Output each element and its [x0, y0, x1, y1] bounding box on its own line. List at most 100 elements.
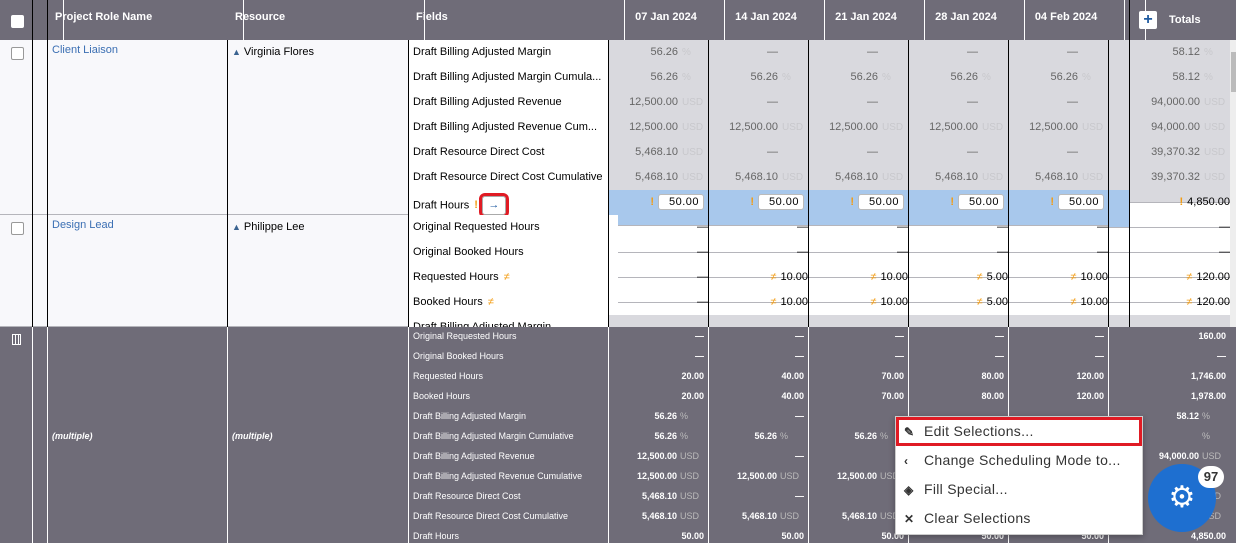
cell-value: 5,468.10: [935, 171, 978, 183]
footer-value: 50.00: [608, 531, 704, 541]
unit-label: USD: [682, 172, 704, 183]
cell-value: —: [897, 221, 908, 233]
footer-value: 80.00: [908, 391, 1004, 401]
footer-field-label: Original Requested Hours: [413, 331, 517, 341]
footer-field-label: Original Booked Hours: [413, 351, 504, 361]
cell-value: 4,850.00: [1187, 196, 1230, 208]
footer-value: 50.00: [808, 531, 904, 541]
footer-value: 5,468.10 USD: [708, 511, 804, 521]
resource-name[interactable]: ▲ Virginia Flores: [232, 46, 314, 58]
unit-label: %: [780, 431, 789, 441]
cell-value: 5,468.10: [635, 146, 678, 158]
cell-value: 94,000.00: [1151, 96, 1200, 108]
value: 40.00: [781, 371, 804, 381]
value: —: [795, 451, 804, 461]
menu-item[interactable]: ◈ Fill Special...: [896, 475, 1142, 504]
plus-icon: +: [1143, 11, 1153, 28]
value: 58.12: [1176, 411, 1199, 421]
footer-field-label: Draft Billing Adjusted Revenue Cumulativ…: [413, 471, 583, 481]
cell-value: —: [1219, 221, 1230, 233]
footer-value: —: [708, 491, 804, 501]
unit-label: USD: [982, 122, 1004, 133]
unit-label: USD: [982, 172, 1004, 183]
footer-divider: [227, 327, 228, 543]
menu-item[interactable]: ‹ Change Scheduling Mode to...: [896, 446, 1142, 475]
unit-label: USD: [1204, 97, 1226, 108]
menu-item[interactable]: ✎ Edit Selections...: [896, 417, 1142, 446]
footer-value: 20.00: [608, 371, 704, 381]
footer-value: 80.00: [908, 371, 1004, 381]
hours-input[interactable]: 50.00: [958, 194, 1004, 210]
value: 1,746.00: [1190, 371, 1226, 381]
value: 50.00: [781, 531, 804, 541]
select-all-checkbox[interactable]: [11, 15, 24, 28]
footer-value: 40.00: [708, 371, 804, 381]
person-icon: ▲: [232, 222, 241, 232]
footer-value: —: [1008, 331, 1104, 341]
value: 4,850.00: [1190, 531, 1226, 541]
add-column-button[interactable]: +: [1139, 11, 1157, 29]
resource-name[interactable]: ▲ Philippe Lee: [232, 221, 304, 233]
unit-label: %: [1202, 411, 1211, 421]
row-select-checkbox[interactable]: [11, 47, 24, 60]
footer-value: —: [708, 331, 804, 341]
cell-value: —: [867, 46, 878, 58]
unit-label: %: [680, 431, 689, 441]
unit-label: USD: [680, 511, 700, 521]
cell-value: 12,500.00: [1029, 121, 1078, 133]
value: —: [1095, 331, 1104, 341]
footer-total-value: 1,746.00: [1129, 371, 1226, 381]
row-select-checkbox[interactable]: [11, 222, 24, 235]
value: 80.00: [981, 391, 1004, 401]
footer-total-value: 94,000.00 USD: [1129, 451, 1226, 461]
value: —: [795, 331, 804, 341]
value: —: [695, 351, 704, 361]
hours-input[interactable]: 50.00: [1058, 194, 1104, 210]
not-equal-icon: ≠: [770, 296, 777, 308]
footer-field-label: Draft Billing Adjusted Margin Cumulative: [413, 431, 574, 441]
footer-value: —: [708, 411, 804, 421]
column-divider: [32, 0, 33, 327]
footer-value: 56.26%: [708, 431, 804, 441]
scrollbar-thumb[interactable]: [1231, 52, 1236, 92]
footer-field-label: Draft Resource Direct Cost: [413, 491, 521, 501]
cell-value: 12,500.00: [929, 121, 978, 133]
footer-field-label: Draft Hours: [413, 531, 460, 541]
unit-label: USD: [1204, 172, 1226, 183]
value: 160.00: [1198, 331, 1226, 341]
hours-input[interactable]: 50.00: [858, 194, 904, 210]
cell-value: —: [767, 146, 778, 158]
cell-value: —: [797, 246, 808, 258]
column-divider: [808, 40, 809, 327]
value: 1,978.00: [1190, 391, 1226, 401]
expand-arrow-button[interactable]: →: [478, 193, 509, 218]
value: —: [995, 351, 1004, 361]
role-name-link[interactable]: Client Liaison: [52, 44, 118, 56]
footer-value: 20.00: [608, 391, 704, 401]
footer-value: 12,500.00 USD: [608, 451, 704, 461]
role-name-link[interactable]: Design Lead: [52, 219, 114, 231]
cell-value: 56.26: [750, 71, 778, 83]
warning-icon: !: [950, 195, 954, 208]
warning-icon: !: [474, 199, 478, 212]
menu-item-label: Edit Selections...: [924, 423, 1034, 439]
value: 5,468.10: [841, 511, 877, 521]
resource-label: Virginia Flores: [243, 46, 315, 58]
footer-value: —: [1008, 351, 1104, 361]
warning-icon: !: [850, 195, 854, 208]
cell-value: —: [897, 246, 908, 258]
cell-value: —: [1097, 246, 1108, 258]
field-name: Original Booked Hours: [413, 246, 524, 258]
menu-item[interactable]: ✕ Clear Selections: [896, 504, 1142, 533]
gear-icon: ⚙: [1168, 481, 1196, 514]
field-name: Booked Hours: [413, 296, 483, 308]
footer-field-label: Draft Billing Adjusted Margin: [413, 411, 527, 421]
column-divider: [908, 40, 909, 327]
footer-field-label: Draft Billing Adjusted Revenue: [413, 451, 535, 461]
footer-role: (multiple): [52, 431, 93, 441]
value: —: [895, 351, 904, 361]
hours-input[interactable]: 50.00: [658, 194, 704, 210]
footer-total-value: —: [1129, 351, 1226, 361]
footer-value: 56.26%: [808, 431, 904, 441]
hours-input[interactable]: 50.00: [758, 194, 804, 210]
